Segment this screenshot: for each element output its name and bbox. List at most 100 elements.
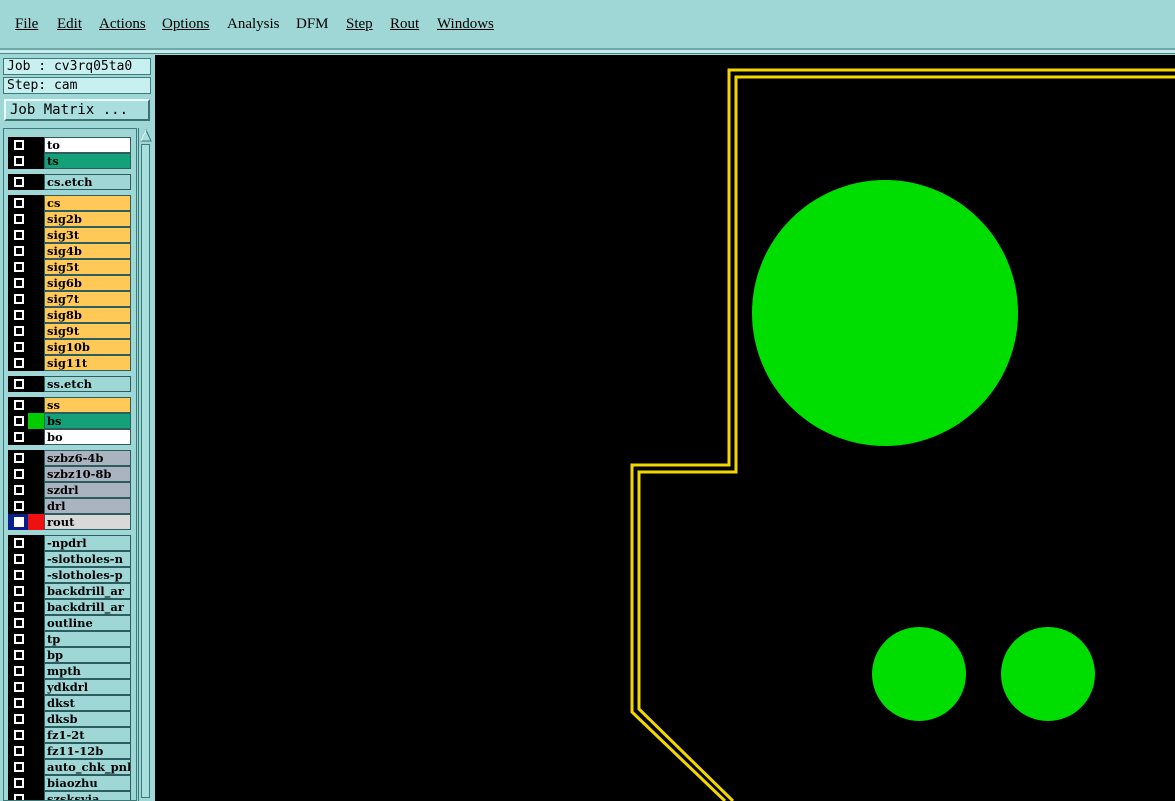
layer-name[interactable]: ss <box>44 397 131 413</box>
layer-color-swatch[interactable] <box>28 243 44 259</box>
layer-color-swatch[interactable] <box>28 482 44 498</box>
layer-row[interactable]: sig4b <box>8 243 131 259</box>
layer-checkbox[interactable] <box>8 514 28 530</box>
layer-color-swatch[interactable] <box>28 759 44 775</box>
layer-checkbox[interactable] <box>8 647 28 663</box>
layer-color-swatch[interactable] <box>28 775 44 791</box>
layer-checkbox[interactable] <box>8 663 28 679</box>
layer-checkbox[interactable] <box>8 174 28 190</box>
layer-row[interactable]: szdrl <box>8 482 131 498</box>
layer-name[interactable]: sig5t <box>44 259 131 275</box>
layer-checkbox[interactable] <box>8 551 28 567</box>
layer-checkbox[interactable] <box>8 695 28 711</box>
layer-checkbox[interactable] <box>8 227 28 243</box>
graphics-canvas[interactable] <box>155 55 1175 801</box>
menu-analysis[interactable]: Analysis <box>227 16 280 33</box>
layer-name[interactable]: -slotholes-p <box>44 567 131 583</box>
layer-checkbox[interactable] <box>8 535 28 551</box>
layer-name[interactable]: ydkdrl <box>44 679 131 695</box>
layer-row[interactable]: ss.etch <box>8 376 131 392</box>
layer-row[interactable]: auto_chk_pnl <box>8 759 131 775</box>
layer-checkbox[interactable] <box>8 615 28 631</box>
layer-checkbox[interactable] <box>8 482 28 498</box>
layer-row[interactable]: dkst <box>8 695 131 711</box>
layer-name[interactable]: ss.etch <box>44 376 131 392</box>
layer-checkbox[interactable] <box>8 583 28 599</box>
layer-row[interactable]: szsksvia <box>8 791 131 800</box>
layer-checkbox[interactable] <box>8 211 28 227</box>
layer-color-swatch[interactable] <box>28 275 44 291</box>
layer-checkbox[interactable] <box>8 743 28 759</box>
layer-name[interactable]: fz1-2t <box>44 727 131 743</box>
layer-color-swatch[interactable] <box>28 514 44 530</box>
layer-name[interactable]: -npdrl <box>44 535 131 551</box>
layer-row[interactable]: fz1-2t <box>8 727 131 743</box>
layer-name[interactable]: sig8b <box>44 307 131 323</box>
layer-color-swatch[interactable] <box>28 663 44 679</box>
layer-checkbox[interactable] <box>8 429 28 445</box>
layer-checkbox[interactable] <box>8 243 28 259</box>
layer-row[interactable]: -npdrl <box>8 535 131 551</box>
layer-checkbox[interactable] <box>8 466 28 482</box>
layer-checkbox[interactable] <box>8 137 28 153</box>
layer-name[interactable]: outline <box>44 615 131 631</box>
layer-row[interactable]: sig5t <box>8 259 131 275</box>
layer-name[interactable]: sig10b <box>44 339 131 355</box>
layer-name[interactable]: dkst <box>44 695 131 711</box>
layer-row[interactable]: bp <box>8 647 131 663</box>
menu-windows[interactable]: Windows <box>437 16 494 33</box>
layer-row[interactable]: ydkdrl <box>8 679 131 695</box>
layer-name[interactable]: tp <box>44 631 131 647</box>
layer-color-swatch[interactable] <box>28 583 44 599</box>
layer-name[interactable]: szsksvia <box>44 791 131 800</box>
layer-checkbox[interactable] <box>8 291 28 307</box>
layer-row[interactable]: cs.etch <box>8 174 131 190</box>
layer-color-swatch[interactable] <box>28 174 44 190</box>
layer-row[interactable]: backdrill_ar <box>8 599 131 615</box>
layer-row[interactable]: sig7t <box>8 291 131 307</box>
layer-checkbox[interactable] <box>8 679 28 695</box>
layer-checkbox[interactable] <box>8 397 28 413</box>
layer-color-swatch[interactable] <box>28 355 44 371</box>
layer-row[interactable]: bs <box>8 413 131 429</box>
layer-checkbox[interactable] <box>8 275 28 291</box>
layer-row[interactable]: ts <box>8 153 131 169</box>
layer-name[interactable]: bp <box>44 647 131 663</box>
layer-color-swatch[interactable] <box>28 259 44 275</box>
layer-row[interactable]: backdrill_ar <box>8 583 131 599</box>
layer-color-swatch[interactable] <box>28 397 44 413</box>
layer-name[interactable]: sig7t <box>44 291 131 307</box>
layer-color-swatch[interactable] <box>28 450 44 466</box>
layer-checkbox[interactable] <box>8 775 28 791</box>
layer-color-swatch[interactable] <box>28 153 44 169</box>
layer-checkbox[interactable] <box>8 259 28 275</box>
layer-checkbox[interactable] <box>8 498 28 514</box>
layer-row[interactable]: tp <box>8 631 131 647</box>
layer-name[interactable]: drl <box>44 498 131 514</box>
layer-row[interactable]: biaozhu <box>8 775 131 791</box>
layer-name[interactable]: fz11-12b <box>44 743 131 759</box>
layer-checkbox[interactable] <box>8 631 28 647</box>
layer-name[interactable]: dksb <box>44 711 131 727</box>
layer-row[interactable]: szbz6-4b <box>8 450 131 466</box>
layer-name[interactable]: to <box>44 137 131 153</box>
layer-color-swatch[interactable] <box>28 137 44 153</box>
layer-name[interactable]: szdrl <box>44 482 131 498</box>
layer-name[interactable]: backdrill_ar <box>44 599 131 615</box>
menu-dfm[interactable]: DFM <box>296 16 329 33</box>
layer-row[interactable]: sig3t <box>8 227 131 243</box>
layer-name[interactable]: backdrill_ar <box>44 583 131 599</box>
layer-row[interactable]: sig8b <box>8 307 131 323</box>
layer-color-swatch[interactable] <box>28 551 44 567</box>
scroll-trough[interactable] <box>141 144 150 798</box>
layer-name[interactable]: sig9t <box>44 323 131 339</box>
layer-checkbox[interactable] <box>8 450 28 466</box>
layer-name[interactable]: szbz10-8b <box>44 466 131 482</box>
layer-color-swatch[interactable] <box>28 535 44 551</box>
layer-color-swatch[interactable] <box>28 429 44 445</box>
layer-name[interactable]: auto_chk_pnl <box>44 759 131 775</box>
layer-checkbox[interactable] <box>8 323 28 339</box>
layer-name[interactable]: sig6b <box>44 275 131 291</box>
layer-checkbox[interactable] <box>8 339 28 355</box>
layer-name[interactable]: cs.etch <box>44 174 131 190</box>
